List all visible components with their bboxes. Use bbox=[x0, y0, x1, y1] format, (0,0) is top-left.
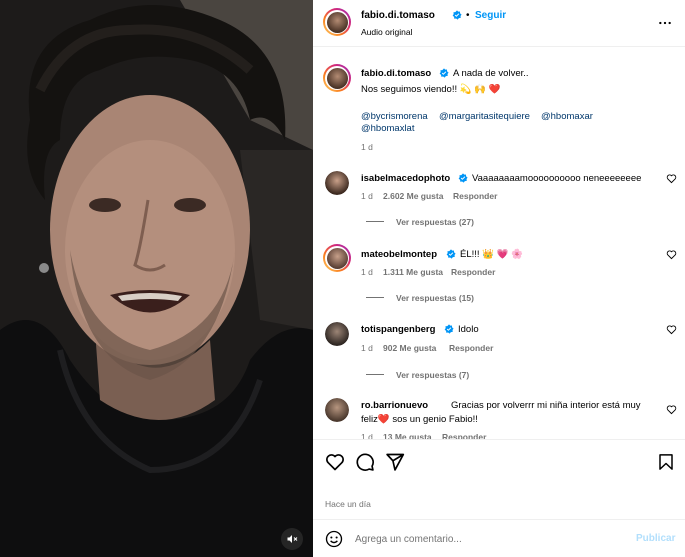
comment-time[interactable]: 1 d bbox=[361, 191, 373, 201]
reply-button[interactable]: Responder bbox=[451, 267, 495, 277]
mention-link[interactable]: @margaritasitequiere bbox=[439, 111, 530, 122]
caption-time[interactable]: 1 d bbox=[361, 142, 373, 152]
post-header: fabio.di.tomaso • Seguir Audio original bbox=[313, 0, 685, 47]
replies-divider bbox=[366, 297, 384, 298]
post-details-panel: fabio.di.tomaso • Seguir Audio original … bbox=[313, 0, 685, 557]
comment-input[interactable] bbox=[355, 528, 615, 550]
view-replies-button[interactable]: Ver respuestas (27) bbox=[396, 217, 474, 227]
heart-icon[interactable] bbox=[666, 404, 677, 415]
verified-badge-icon bbox=[452, 10, 462, 20]
heart-icon[interactable] bbox=[666, 173, 677, 184]
comment-username[interactable]: ro.barrionuevo bbox=[361, 400, 428, 411]
comment-time[interactable]: 1 d bbox=[361, 267, 373, 277]
commenter-avatar[interactable] bbox=[323, 244, 351, 272]
comment-icon[interactable] bbox=[355, 452, 375, 472]
verified-badge-icon bbox=[446, 249, 456, 259]
caption-avatar[interactable] bbox=[323, 64, 351, 92]
commenter-avatar[interactable] bbox=[325, 171, 349, 195]
mention-link[interactable]: @hbomaxar bbox=[541, 111, 593, 122]
view-replies-button[interactable]: Ver respuestas (7) bbox=[396, 370, 469, 380]
header-separator: • bbox=[466, 10, 470, 21]
share-icon[interactable] bbox=[385, 452, 405, 472]
video-player[interactable] bbox=[0, 0, 313, 557]
comment-likes[interactable]: 902 Me gusta bbox=[383, 343, 436, 353]
emoji-icon[interactable] bbox=[325, 530, 343, 548]
comment-text: ÉL!!! 👑 💗 🌸 bbox=[460, 249, 523, 260]
view-replies-button[interactable]: Ver respuestas (15) bbox=[396, 293, 474, 303]
action-bar: Hace un día bbox=[313, 439, 685, 519]
post-timestamp[interactable]: Hace un día bbox=[325, 499, 371, 509]
more-options-icon[interactable] bbox=[658, 16, 672, 30]
follow-button[interactable]: Seguir bbox=[475, 10, 506, 21]
comment-text-line1: Gracias por volverrr mi niña interior es… bbox=[451, 400, 641, 411]
commenter-avatar[interactable] bbox=[325, 398, 349, 422]
caption-text-line2: Nos seguimos viendo!! 💫 🙌 ❤️ bbox=[361, 84, 501, 95]
verified-badge-icon bbox=[458, 173, 468, 183]
commenter-avatar[interactable] bbox=[325, 322, 349, 346]
comment-composer: Publicar bbox=[313, 519, 685, 557]
mute-button[interactable] bbox=[281, 528, 303, 550]
comment-username[interactable]: isabelmacedophoto bbox=[361, 173, 450, 184]
video-frame bbox=[0, 0, 313, 557]
verified-badge-icon bbox=[439, 68, 449, 78]
comment-text-line2: feliz❤️ sos un genio Fabio!! bbox=[361, 414, 478, 425]
replies-divider bbox=[366, 374, 384, 375]
comment-likes[interactable]: 1.311 Me gusta bbox=[383, 267, 443, 277]
mention-link[interactable]: @hbomaxlat bbox=[361, 123, 414, 134]
comment-username[interactable]: mateobelmontep bbox=[361, 249, 437, 260]
author-avatar[interactable] bbox=[323, 8, 351, 36]
reply-button[interactable]: Responder bbox=[449, 343, 493, 353]
verified-badge-icon bbox=[444, 324, 454, 334]
comment-username[interactable]: totispangenberg bbox=[361, 324, 435, 335]
author-username[interactable]: fabio.di.tomaso bbox=[361, 10, 435, 21]
bookmark-icon[interactable] bbox=[657, 452, 675, 472]
comment-text: Idolo bbox=[458, 324, 479, 335]
caption-text-line1: A nada de volver.. bbox=[453, 68, 529, 79]
heart-icon[interactable] bbox=[325, 452, 345, 472]
heart-icon[interactable] bbox=[666, 249, 677, 260]
comment-time[interactable]: 1 d bbox=[361, 343, 373, 353]
audio-label[interactable]: Audio original bbox=[361, 27, 413, 37]
comment-likes[interactable]: 2.602 Me gusta bbox=[383, 191, 443, 201]
replies-divider bbox=[366, 221, 384, 222]
comment-text: Vaaaaaaaamoooooooooo neneeeeeeee bbox=[472, 173, 642, 184]
mute-icon bbox=[287, 535, 298, 543]
publish-button[interactable]: Publicar bbox=[636, 533, 675, 544]
heart-icon[interactable] bbox=[666, 324, 677, 335]
caption-username[interactable]: fabio.di.tomaso bbox=[361, 68, 431, 79]
mention-link[interactable]: @bycrismorena bbox=[361, 111, 428, 122]
reply-button[interactable]: Responder bbox=[453, 191, 497, 201]
